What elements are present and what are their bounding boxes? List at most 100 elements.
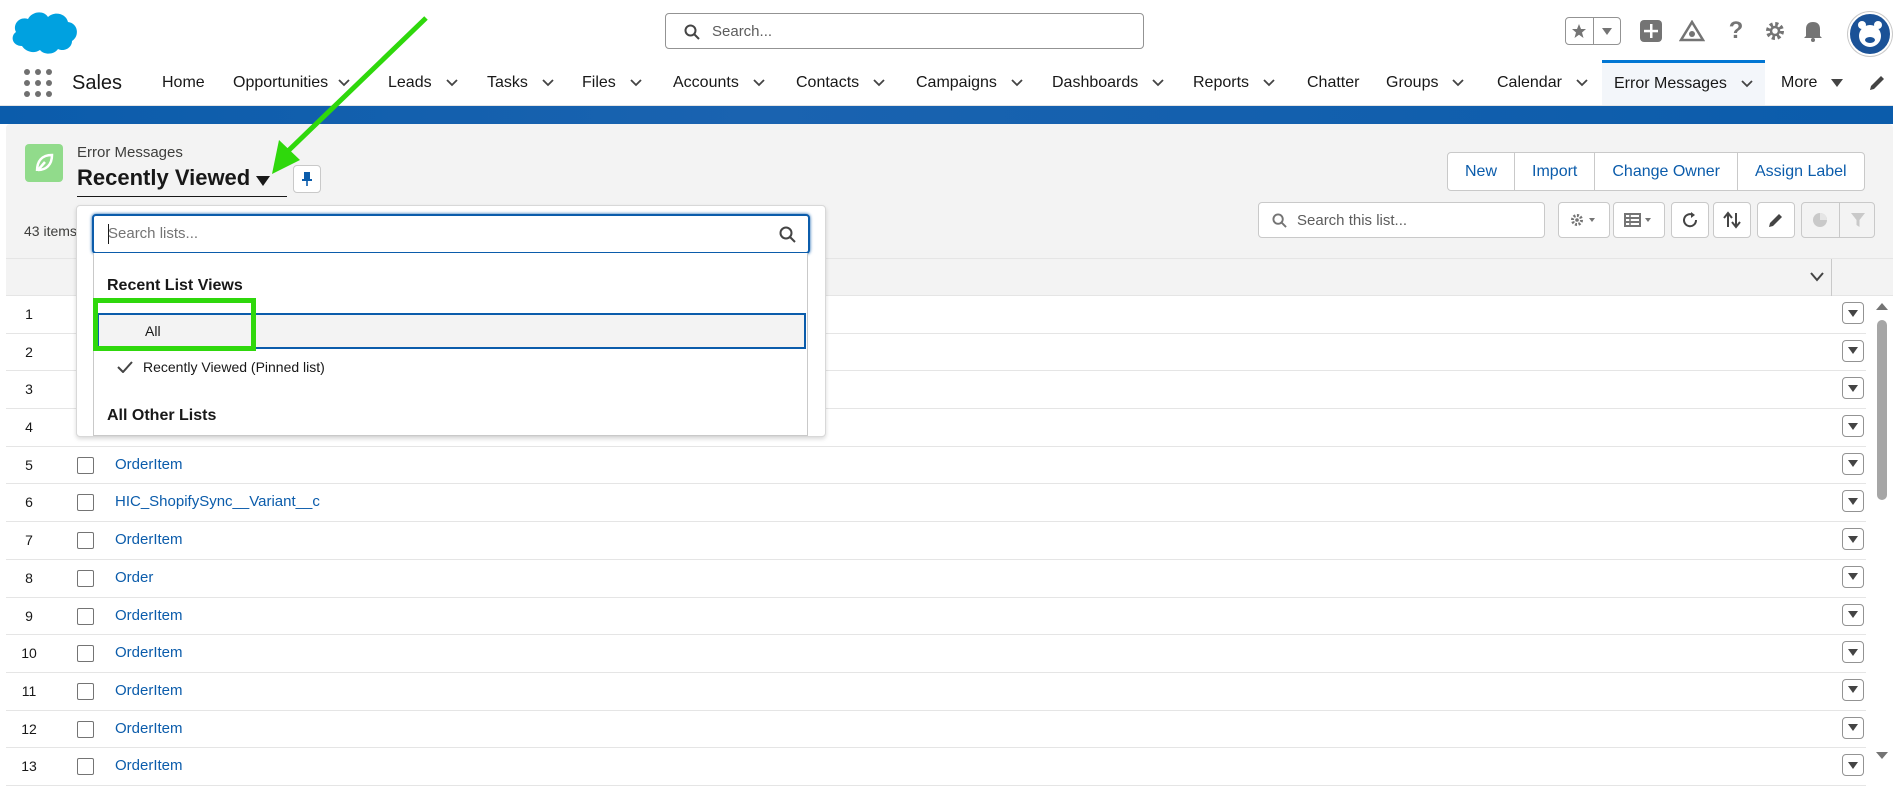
chevron-down-icon[interactable] (1011, 78, 1023, 87)
nav-tab-campaigns[interactable]: Campaigns (916, 60, 1023, 105)
list-settings-button[interactable] (1558, 202, 1610, 238)
row-checkbox[interactable] (77, 720, 94, 738)
nav-tab-more[interactable]: More (1781, 60, 1844, 105)
search-lists-input[interactable]: Search lists... (92, 214, 810, 254)
nav-tab-opportunities[interactable]: Opportunities (233, 60, 350, 105)
display-as-table-button[interactable] (1613, 202, 1665, 238)
trailhead-icon[interactable] (1679, 18, 1705, 44)
row-actions-button[interactable] (1842, 377, 1864, 400)
global-search-input[interactable]: Search... (665, 13, 1144, 49)
record-name-link[interactable]: OrderItem (115, 644, 183, 661)
scroll-down-arrow-icon[interactable] (1873, 750, 1891, 762)
row-checkbox[interactable] (77, 758, 94, 776)
row-checkbox[interactable] (77, 456, 94, 474)
row-checkbox[interactable] (77, 569, 94, 587)
record-name-link[interactable]: OrderItem (115, 757, 183, 774)
chevron-down-icon[interactable] (1810, 272, 1824, 282)
row-checkbox[interactable] (77, 532, 94, 550)
nav-tab-groups[interactable]: Groups (1386, 60, 1465, 105)
scroll-thumb[interactable] (1877, 320, 1887, 500)
vertical-scrollbar[interactable] (1873, 298, 1891, 769)
nav-tab-files[interactable]: Files (582, 60, 642, 105)
chevron-down-icon[interactable] (1594, 18, 1621, 44)
star-icon[interactable] (1566, 18, 1594, 44)
pencil-icon (1769, 214, 1782, 227)
row-actions-button[interactable] (1842, 716, 1864, 739)
row-actions-button[interactable] (1842, 754, 1864, 777)
row-checkbox[interactable] (77, 494, 94, 512)
import-button[interactable]: Import (1515, 153, 1596, 190)
row-checkbox[interactable] (77, 607, 94, 625)
change-owner-button[interactable]: Change Owner (1595, 153, 1738, 190)
chevron-down-icon[interactable] (753, 78, 765, 87)
chevron-down-icon[interactable] (338, 78, 350, 87)
chevron-down-icon[interactable] (542, 78, 554, 87)
sort-icon (1723, 211, 1741, 229)
record-name-link[interactable]: OrderItem (115, 607, 183, 624)
nav-tab-accounts[interactable]: Accounts (673, 60, 765, 105)
table-row: 12 OrderItem (6, 710, 1866, 749)
chevron-down-icon[interactable] (630, 78, 642, 87)
chevron-down-icon[interactable] (1152, 78, 1164, 87)
nav-tab-leads[interactable]: Leads (388, 60, 458, 105)
row-actions-button[interactable] (1842, 452, 1864, 475)
record-name-link[interactable]: Order (115, 569, 153, 586)
list-view-title[interactable]: Recently Viewed (77, 165, 250, 191)
chart-filter-button-group (1801, 202, 1875, 238)
refresh-button[interactable] (1671, 202, 1709, 238)
chevron-down-icon[interactable] (445, 78, 458, 87)
nav-tab-reports[interactable]: Reports (1193, 60, 1275, 105)
nav-tab-chatter[interactable]: Chatter (1307, 60, 1359, 105)
gear-icon[interactable] (1762, 18, 1788, 44)
app-launcher-icon[interactable] (24, 69, 52, 97)
nav-tab-calendar[interactable]: Calendar (1497, 60, 1588, 105)
chevron-down-icon[interactable] (1576, 78, 1588, 87)
edit-nav-pencil-icon[interactable] (1868, 74, 1886, 92)
new-button[interactable]: New (1448, 153, 1516, 190)
list-view-caret-down-icon[interactable] (256, 176, 270, 186)
nav-tab-dashboards[interactable]: Dashboards (1052, 60, 1164, 105)
nav-tab-label: Tasks (487, 73, 528, 91)
record-name-link[interactable]: OrderItem (115, 682, 183, 699)
row-checkbox[interactable] (77, 645, 94, 663)
sort-button[interactable] (1713, 202, 1751, 238)
bell-icon[interactable] (1800, 18, 1826, 44)
record-name-link[interactable]: OrderItem (115, 531, 183, 548)
record-name-link[interactable]: HIC_ShopifySync__Variant__c (115, 493, 320, 510)
list-search-input[interactable]: Search this list... (1258, 202, 1545, 238)
salesforce-cloud-logo[interactable] (8, 6, 80, 56)
nav-tab-error-messages[interactable]: Error Messages (1602, 60, 1765, 105)
row-actions-button[interactable] (1842, 528, 1864, 551)
pin-list-button[interactable] (293, 165, 321, 193)
list-view-option-recently-viewed[interactable]: Recently Viewed (Pinned list) (97, 349, 806, 385)
record-name-link[interactable]: OrderItem (115, 456, 183, 473)
add-icon[interactable] (1638, 18, 1664, 44)
nav-tab-label: Leads (388, 73, 432, 91)
row-actions-button[interactable] (1842, 678, 1864, 701)
table-row: 9 OrderItem (6, 597, 1866, 636)
row-actions-button[interactable] (1842, 603, 1864, 626)
row-actions-button[interactable] (1842, 302, 1864, 324)
row-actions-button[interactable] (1842, 415, 1864, 438)
help-icon[interactable]: ? (1723, 17, 1749, 44)
caret-down-icon[interactable] (1831, 78, 1844, 87)
favorites-button-group[interactable] (1565, 17, 1621, 45)
chevron-down-icon[interactable] (1452, 78, 1465, 87)
nav-tab-home[interactable]: Home (162, 60, 205, 105)
row-actions-button[interactable] (1842, 490, 1864, 513)
row-actions-button[interactable] (1842, 339, 1864, 362)
avatar[interactable] (1848, 12, 1892, 56)
record-name-link[interactable]: OrderItem (115, 720, 183, 737)
chevron-down-icon[interactable] (1741, 80, 1753, 88)
row-actions-button[interactable] (1842, 641, 1864, 664)
chevron-down-icon[interactable] (1263, 78, 1275, 87)
chevron-down-icon[interactable] (873, 78, 885, 87)
scroll-up-arrow-icon[interactable] (1873, 300, 1891, 312)
edit-list-button[interactable] (1757, 202, 1795, 238)
row-checkbox[interactable] (77, 682, 94, 700)
nav-tab-tasks[interactable]: Tasks (487, 60, 554, 105)
nav-tab-contacts[interactable]: Contacts (796, 60, 885, 105)
row-actions-button[interactable] (1842, 565, 1864, 588)
row-number: 6 (25, 494, 33, 511)
assign-label-button[interactable]: Assign Label (1738, 153, 1864, 190)
